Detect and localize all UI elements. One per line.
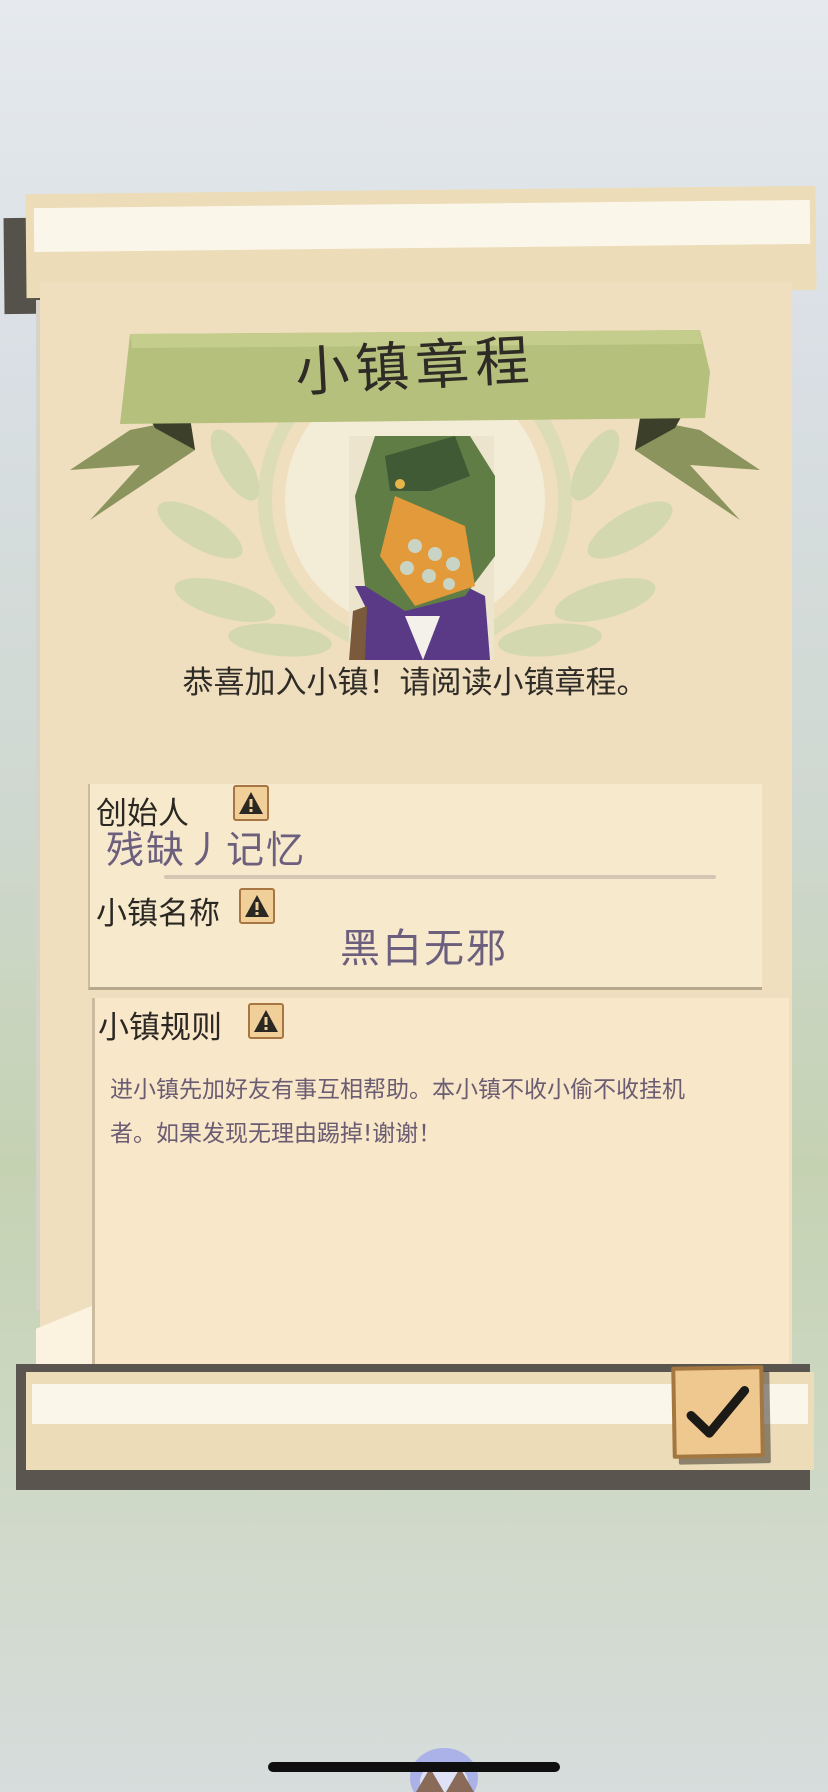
scroll-top-roller-highlight [33, 199, 811, 253]
town-name-value: 黑白无邪 [340, 926, 508, 972]
warning-icon[interactable] [248, 1003, 284, 1039]
checkmark-icon [686, 1386, 750, 1438]
home-indicator[interactable] [268, 1762, 560, 1772]
town-rules-text: 进小镇先加好友有事互相帮助。本小镇不收小偷不收挂机者。如果发现无理由踢掉!谢谢！ [110, 1077, 685, 1147]
page-title: 小镇章程 [293, 328, 537, 405]
warning-icon[interactable] [233, 785, 269, 821]
welcome-message: 恭喜加入小镇！请阅读小镇章程。 [182, 665, 648, 701]
town-rules-panel [92, 998, 789, 1372]
divider [164, 875, 716, 879]
town-rules-label: 小镇规则 [98, 1010, 222, 1046]
dinosaur-avatar [349, 436, 495, 660]
founder-value: 残缺丿记忆 [106, 828, 307, 872]
confirm-button[interactable] [671, 1365, 765, 1459]
